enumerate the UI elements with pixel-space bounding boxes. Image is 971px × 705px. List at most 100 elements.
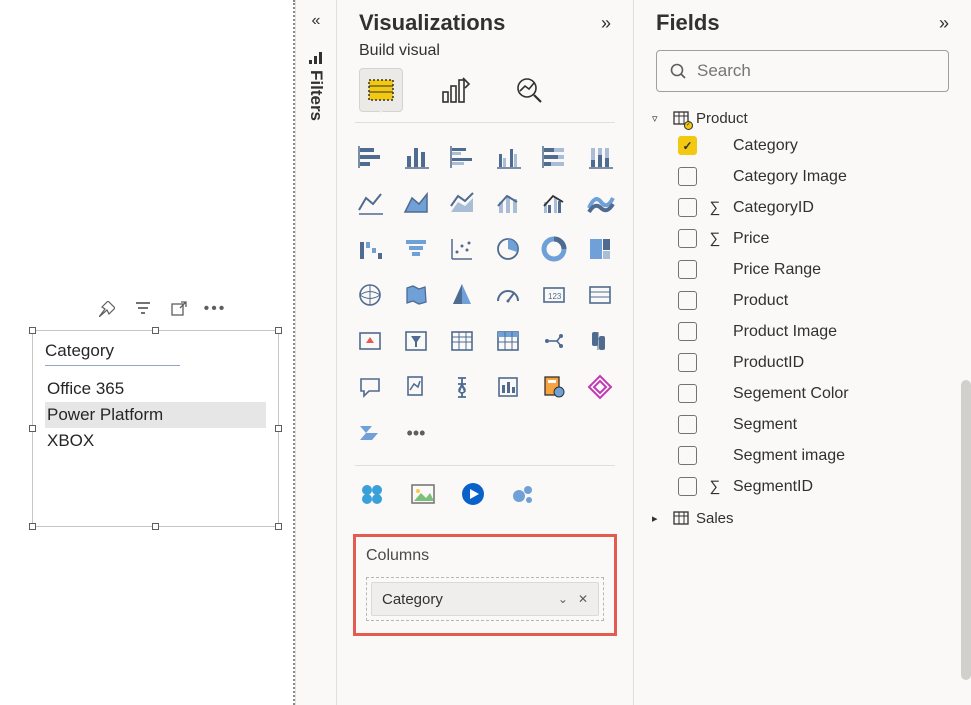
clustered-column-icon[interactable] (488, 137, 528, 177)
field-product-image[interactable]: ∑ Product Image (652, 316, 959, 347)
line-clustered-column-icon[interactable] (534, 183, 574, 223)
donut-icon[interactable] (534, 229, 574, 269)
decomposition-icon[interactable] (442, 367, 482, 407)
table-row[interactable]: XBOX (45, 428, 266, 454)
map-icon[interactable] (350, 275, 390, 315)
bubble-visual-icon[interactable] (505, 476, 541, 512)
fields-search[interactable] (656, 50, 949, 92)
checkbox-icon[interactable] (678, 477, 697, 496)
play-axis-icon[interactable] (455, 476, 491, 512)
field-price[interactable]: ∑ Price (652, 223, 959, 254)
azure-map-icon[interactable] (442, 275, 482, 315)
pin-icon[interactable] (98, 300, 116, 318)
r-visual-icon[interactable] (534, 321, 574, 361)
multi-row-card-icon[interactable] (580, 275, 620, 315)
clustered-bar-icon[interactable] (442, 137, 482, 177)
key-influencers-icon[interactable] (396, 367, 436, 407)
table-icon[interactable] (442, 321, 482, 361)
field-segment-image[interactable]: ∑ Segment image (652, 440, 959, 471)
image-visual-icon[interactable] (405, 476, 441, 512)
resize-handle[interactable] (275, 327, 282, 334)
checkbox-icon[interactable] (678, 322, 697, 341)
resize-handle[interactable] (152, 327, 159, 334)
checkbox-icon[interactable] (678, 198, 697, 217)
line-chart-icon[interactable] (350, 183, 390, 223)
scrollbar[interactable] (961, 380, 971, 680)
build-tab-format[interactable] (433, 68, 477, 112)
funnel-icon[interactable] (396, 229, 436, 269)
area-chart-icon[interactable] (396, 183, 436, 223)
filter-icon[interactable] (134, 300, 152, 318)
table-visual-frame[interactable]: Category Office 365 Power Platform XBOX (32, 330, 279, 527)
resize-handle[interactable] (29, 327, 36, 334)
build-tab-analytics[interactable] (507, 68, 551, 112)
expand-filters-icon[interactable]: « (312, 12, 321, 30)
chevron-down-icon[interactable]: ▿ (652, 112, 666, 125)
resize-handle[interactable] (275, 523, 282, 530)
narrative-icon[interactable] (488, 367, 528, 407)
checkbox-icon[interactable] (678, 167, 697, 186)
table-row[interactable]: Office 365 (45, 376, 266, 402)
collapse-viz-icon[interactable]: » (601, 13, 611, 34)
build-tab-fields[interactable] (359, 68, 403, 112)
chevron-down-icon[interactable]: ⌄ (558, 592, 568, 606)
resize-handle[interactable] (152, 523, 159, 530)
table-node-sales[interactable]: ▸ Sales (652, 506, 959, 530)
gauge-icon[interactable] (488, 275, 528, 315)
table-row[interactable]: Power Platform (45, 402, 266, 428)
stacked-area-icon[interactable] (442, 183, 482, 223)
filters-pane-collapsed[interactable]: « Filters (295, 0, 337, 705)
field-category[interactable]: ✓ ∑ Category (652, 130, 959, 161)
100-stacked-column-icon[interactable] (580, 137, 620, 177)
checkbox-icon[interactable] (678, 384, 697, 403)
field-segmentid[interactable]: ∑ SegmentID (652, 471, 959, 502)
pie-icon[interactable] (488, 229, 528, 269)
python-visual-icon[interactable] (580, 321, 620, 361)
checkbox-icon[interactable] (678, 229, 697, 248)
waterfall-icon[interactable] (350, 229, 390, 269)
ribbon-chart-icon[interactable] (580, 183, 620, 223)
power-automate-icon[interactable] (350, 413, 390, 453)
field-segment-color[interactable]: ∑ Segement Color (652, 378, 959, 409)
checkbox-icon[interactable] (678, 291, 697, 310)
field-category-image[interactable]: ∑ Category Image (652, 161, 959, 192)
paginated-icon[interactable] (534, 367, 574, 407)
field-productid[interactable]: ∑ ProductID (652, 347, 959, 378)
filled-map-icon[interactable] (396, 275, 436, 315)
resize-handle[interactable] (275, 425, 282, 432)
matrix-icon[interactable] (488, 321, 528, 361)
100-stacked-bar-icon[interactable] (534, 137, 574, 177)
checkbox-icon[interactable] (678, 415, 697, 434)
treemap-icon[interactable] (580, 229, 620, 269)
remove-field-icon[interactable]: ✕ (578, 592, 588, 606)
stacked-column-icon[interactable] (396, 137, 436, 177)
line-stacked-column-icon[interactable] (488, 183, 528, 223)
checkbox-icon[interactable] (678, 353, 697, 372)
more-visuals-icon[interactable]: ••• (396, 413, 436, 453)
resize-handle[interactable] (29, 425, 36, 432)
chevron-right-icon[interactable]: ▸ (652, 512, 666, 525)
checkbox-icon[interactable] (678, 260, 697, 279)
scatter-icon[interactable] (442, 229, 482, 269)
slicer-icon[interactable] (396, 321, 436, 361)
collapse-fields-icon[interactable]: » (939, 13, 949, 34)
search-input[interactable] (697, 61, 936, 81)
checkbox-icon[interactable] (678, 446, 697, 465)
card-icon[interactable]: 123 (534, 275, 574, 315)
field-categoryid[interactable]: ∑ CategoryID (652, 192, 959, 223)
columns-drop-zone[interactable]: Category ⌄ ✕ (366, 577, 604, 621)
field-segment[interactable]: ∑ Segment (652, 409, 959, 440)
table-node-product[interactable]: ▿ ✓ Product (652, 106, 959, 130)
report-canvas[interactable]: ••• Category Office 365 Power Platform X… (0, 0, 295, 705)
field-price-range[interactable]: ∑ Price Range (652, 254, 959, 285)
stacked-bar-icon[interactable] (350, 137, 390, 177)
popout-icon[interactable] (170, 300, 188, 318)
kpi-icon[interactable] (350, 321, 390, 361)
field-pill-category[interactable]: Category ⌄ ✕ (371, 582, 599, 616)
powerapps-icon[interactable] (580, 367, 620, 407)
field-product[interactable]: ∑ Product (652, 285, 959, 316)
qa-visual-icon[interactable] (350, 367, 390, 407)
appsource-icon[interactable] (355, 476, 391, 512)
resize-handle[interactable] (29, 523, 36, 530)
checkbox-checked-icon[interactable]: ✓ (678, 136, 697, 155)
